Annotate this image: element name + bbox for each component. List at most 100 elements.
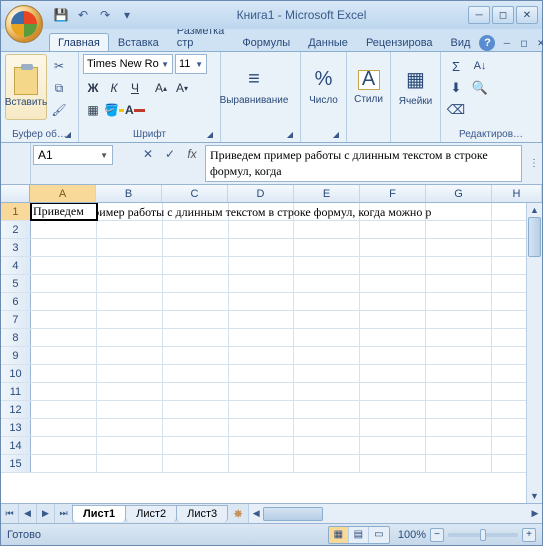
cell[interactable]	[294, 383, 360, 400]
cell[interactable]	[97, 257, 163, 274]
wb-close-icon[interactable]: ✕	[533, 36, 543, 50]
row-header[interactable]: 11	[1, 383, 31, 400]
cell[interactable]	[163, 365, 229, 382]
alignment-button[interactable]: ≡ Выравнивание	[225, 54, 283, 120]
cell[interactable]	[294, 329, 360, 346]
cell[interactable]	[426, 239, 492, 256]
cell[interactable]	[229, 365, 295, 382]
cell[interactable]	[163, 293, 229, 310]
qat-more-icon[interactable]: ▾	[119, 7, 135, 23]
fill-button[interactable]: ⬇	[445, 78, 467, 98]
tab-review[interactable]: Рецензирова	[357, 33, 442, 51]
column-header[interactable]: C	[162, 185, 228, 202]
column-header[interactable]: F	[360, 185, 426, 202]
cell[interactable]	[163, 455, 229, 472]
cell[interactable]	[31, 401, 97, 418]
row-header[interactable]: 9	[1, 347, 31, 364]
sheet-last-icon[interactable]: ⏭	[55, 504, 73, 523]
cell[interactable]	[229, 293, 295, 310]
cell[interactable]	[426, 455, 492, 472]
column-header[interactable]: E	[294, 185, 360, 202]
cell[interactable]	[97, 347, 163, 364]
cell[interactable]	[360, 365, 426, 382]
wb-minimize-icon[interactable]: ─	[499, 36, 514, 50]
cell[interactable]	[426, 365, 492, 382]
redo-icon[interactable]: ↷	[97, 7, 113, 23]
cell[interactable]	[426, 347, 492, 364]
cell[interactable]	[294, 437, 360, 454]
cell[interactable]	[294, 275, 360, 292]
cell[interactable]	[426, 383, 492, 400]
alignment-launcher-icon[interactable]: ◢	[284, 130, 296, 142]
cell[interactable]	[229, 329, 295, 346]
cell[interactable]	[360, 293, 426, 310]
fill-color-button[interactable]: 🪣	[104, 100, 124, 120]
scroll-up-icon[interactable]: ▲	[527, 203, 542, 217]
sheet-first-icon[interactable]: ⏮	[1, 504, 19, 523]
minimize-button[interactable]: ─	[468, 6, 490, 24]
tab-view[interactable]: Вид	[442, 33, 480, 51]
cell[interactable]	[360, 347, 426, 364]
cell[interactable]	[163, 311, 229, 328]
cell[interactable]	[294, 347, 360, 364]
name-box[interactable]: A1 ▼	[33, 145, 113, 165]
cell[interactable]	[426, 275, 492, 292]
cell[interactable]	[294, 221, 360, 238]
cell[interactable]	[31, 383, 97, 400]
formula-bar-expand-icon[interactable]: ⋮	[526, 143, 542, 184]
tab-data[interactable]: Данные	[299, 33, 357, 51]
zoom-in-button[interactable]: +	[522, 528, 536, 542]
cell[interactable]	[163, 401, 229, 418]
font-size-combo[interactable]: 11▼	[175, 54, 207, 74]
format-painter-icon[interactable]: 🖌	[49, 100, 69, 120]
cell[interactable]	[97, 329, 163, 346]
cell[interactable]	[31, 347, 97, 364]
office-button[interactable]	[5, 5, 43, 43]
cell[interactable]	[294, 401, 360, 418]
cut-icon[interactable]: ✂	[49, 56, 69, 76]
styles-button[interactable]: A Стили	[351, 54, 386, 120]
cell[interactable]	[229, 221, 295, 238]
autosum-button[interactable]: Σ	[445, 56, 467, 76]
cell[interactable]	[360, 329, 426, 346]
cell[interactable]	[426, 401, 492, 418]
cell[interactable]	[97, 203, 163, 220]
save-icon[interactable]: 💾	[53, 7, 69, 23]
page-break-view-icon[interactable]: ▭	[369, 527, 389, 543]
close-button[interactable]: ✕	[516, 6, 538, 24]
sheet-tab-3[interactable]: Лист3	[176, 505, 228, 522]
sheet-tab-2[interactable]: Лист2	[125, 505, 177, 522]
maximize-button[interactable]: ◻	[492, 6, 514, 24]
font-launcher-icon[interactable]: ◢	[204, 130, 216, 142]
cell[interactable]	[163, 329, 229, 346]
copy-icon[interactable]: ⧉	[49, 78, 69, 98]
cell[interactable]	[97, 365, 163, 382]
cell[interactable]	[229, 203, 295, 220]
cell[interactable]	[163, 347, 229, 364]
cell[interactable]	[426, 203, 492, 220]
cell[interactable]	[163, 419, 229, 436]
cell[interactable]	[163, 383, 229, 400]
cell[interactable]	[426, 419, 492, 436]
cell[interactable]	[360, 383, 426, 400]
row-header[interactable]: 10	[1, 365, 31, 382]
border-button[interactable]: ▦	[83, 100, 103, 120]
column-header[interactable]: H	[492, 185, 542, 202]
select-all-button[interactable]	[1, 185, 30, 202]
cell[interactable]	[97, 311, 163, 328]
cell[interactable]	[31, 275, 97, 292]
underline-button[interactable]: Ч	[125, 78, 145, 98]
italic-button[interactable]: К	[104, 78, 124, 98]
formula-bar[interactable]: Приведем пример работы с длинным текстом…	[205, 145, 522, 182]
tab-home[interactable]: Главная	[49, 33, 109, 51]
font-name-combo[interactable]: Times New Ro▼	[83, 54, 173, 74]
font-color-button[interactable]: A	[125, 100, 145, 120]
cells-button[interactable]: ▦ Ячейки	[395, 54, 436, 120]
cell[interactable]	[360, 257, 426, 274]
cell[interactable]	[31, 257, 97, 274]
cell[interactable]	[360, 455, 426, 472]
cell[interactable]	[426, 257, 492, 274]
tab-formulas[interactable]: Формулы	[233, 33, 299, 51]
tab-insert[interactable]: Вставка	[109, 33, 168, 51]
cell[interactable]	[426, 329, 492, 346]
